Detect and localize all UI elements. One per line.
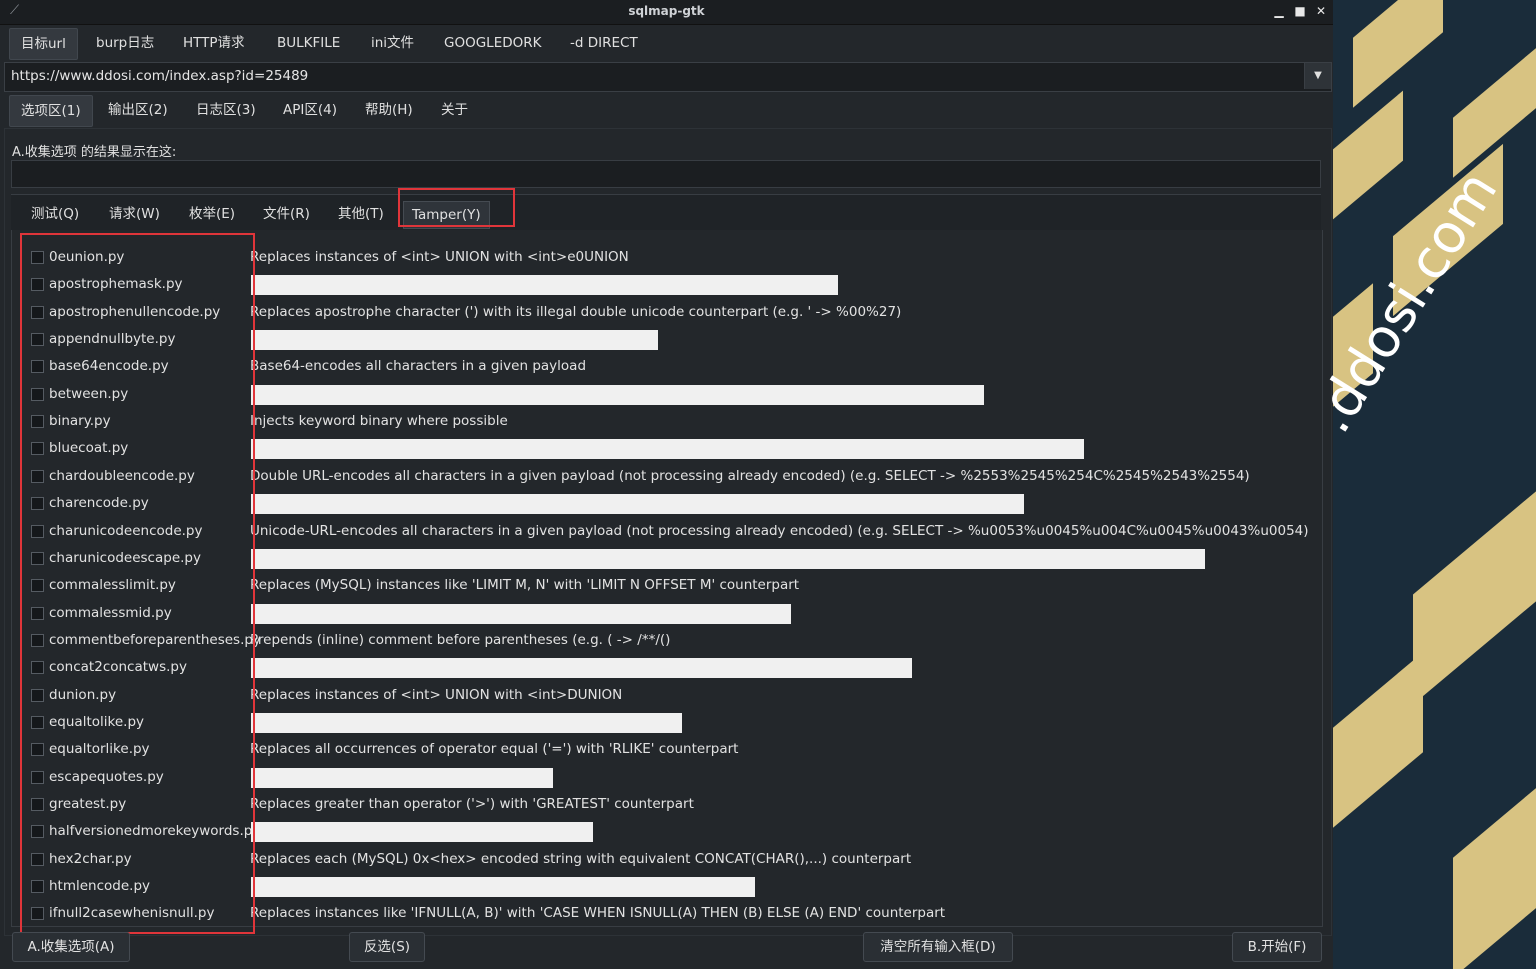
url-input[interactable] xyxy=(7,63,1305,89)
collect-options-button[interactable]: A.收集选项(A) xyxy=(12,932,130,962)
tab-options[interactable]: 选项区(1) xyxy=(9,95,93,127)
tamper-description: Replaces instances of <int> UNION with <… xyxy=(250,686,623,703)
start-button[interactable]: B.开始(F) xyxy=(1232,932,1322,962)
tab-help[interactable]: 帮助(H) xyxy=(354,95,424,125)
bg-stripe xyxy=(1333,652,1423,828)
tab-googledork[interactable]: GOOGLEDORK xyxy=(433,28,552,58)
target-type-tabs: 目标url burp日志 HTTP请求 BULKFILE ini文件 GOOGL… xyxy=(0,26,1333,62)
sqlmap-gtk-window: ⟋ sqlmap-gtk ▁ ■ ✕ 目标url burp日志 HTTP请求 B… xyxy=(0,0,1333,969)
clear-inputs-button[interactable]: 清空所有输入框(D) xyxy=(863,932,1013,962)
tab-http-request[interactable]: HTTP请求 xyxy=(172,28,256,58)
tamper-description: Replaces instances of <int> UNION with <… xyxy=(250,249,629,265)
tab-about[interactable]: 关于 xyxy=(430,95,479,125)
tab-direct[interactable]: -d DIRECT xyxy=(559,28,649,58)
tab-ini-file[interactable]: ini文件 xyxy=(360,28,425,58)
tamper-description-field[interactable] xyxy=(251,275,838,296)
tamper-description-field[interactable] xyxy=(251,548,1205,569)
tab-burp-log[interactable]: burp日志 xyxy=(85,28,165,58)
tamper-description-field[interactable] xyxy=(251,494,1024,515)
tab-api[interactable]: API区(4) xyxy=(272,95,348,125)
tamper-description-field[interactable] xyxy=(251,603,791,624)
chevron-down-icon[interactable]: ▼ xyxy=(1304,63,1331,89)
highlight-box-tamper-list xyxy=(20,233,255,934)
window-title: sqlmap-gtk xyxy=(628,4,705,18)
tamper-description-field[interactable] xyxy=(251,330,658,351)
tamper-description: Replaces all occurrences of operator equ… xyxy=(250,741,739,758)
tamper-description-field[interactable] xyxy=(251,767,553,788)
tamper-description: Unicode-URL-encodes all characters in a … xyxy=(250,522,1309,539)
invert-selection-button[interactable]: 反选(S) xyxy=(349,932,425,962)
tab-file[interactable]: 文件(R) xyxy=(255,201,318,227)
title-bar: ⟋ sqlmap-gtk ▁ ■ ✕ xyxy=(0,0,1333,25)
tamper-description-field[interactable] xyxy=(251,439,1084,460)
tamper-description-field[interactable] xyxy=(251,877,755,898)
tab-output[interactable]: 输出区(2) xyxy=(97,95,179,125)
tamper-description-field[interactable] xyxy=(251,384,984,405)
tamper-description: Replaces (MySQL) instances like 'LIMIT M… xyxy=(250,577,800,594)
tab-log[interactable]: 日志区(3) xyxy=(185,95,267,125)
tamper-description-field[interactable] xyxy=(251,658,912,679)
tamper-description: Replaces apostrophe character (') with i… xyxy=(250,303,902,320)
tab-request[interactable]: 请求(W) xyxy=(101,201,168,227)
tamper-description-field[interactable] xyxy=(251,712,682,733)
tab-other[interactable]: 其他(T) xyxy=(330,201,392,227)
tamper-description: Prepends (inline) comment before parenth… xyxy=(250,631,671,648)
close-icon[interactable]: ✕ xyxy=(1312,2,1330,20)
maximize-icon[interactable]: ■ xyxy=(1291,2,1309,20)
option-category-tabs: 测试(Q) 请求(W) 枚举(E) 文件(R) 其他(T) Tamper(Y) xyxy=(11,194,1321,231)
tamper-description-field[interactable] xyxy=(251,822,593,843)
bg-stripe xyxy=(1453,782,1536,969)
desktop-background xyxy=(1333,0,1536,969)
bg-stripe xyxy=(1413,485,1536,705)
tamper-description: Replaces each (MySQL) 0x<hex> encoded st… xyxy=(250,850,912,867)
tamper-description: Replaces greater than operator ('>') wit… xyxy=(250,796,694,812)
minimize-icon[interactable]: ▁ xyxy=(1270,2,1288,20)
bg-stripe xyxy=(1353,0,1443,108)
tab-test[interactable]: 测试(Q) xyxy=(23,201,87,227)
highlight-box-tamper-tab xyxy=(398,188,515,227)
tab-bulkfile[interactable]: BULKFILE xyxy=(266,28,351,58)
section-tabs: 选项区(1) 输出区(2) 日志区(3) API区(4) 帮助(H) 关于 xyxy=(0,93,1333,129)
tamper-description: Replaces instances like 'IFNULL(A, B)' w… xyxy=(250,905,946,922)
bg-stripe xyxy=(1333,90,1403,220)
tab-target-url[interactable]: 目标url xyxy=(9,28,78,60)
tamper-description: Base64-encodes all characters in a given… xyxy=(250,358,587,375)
collect-result-label: A.收集选项 的结果显示在这: xyxy=(12,145,177,160)
tamper-description: Injects keyword binary where possible xyxy=(250,413,508,430)
url-combobox: ▼ xyxy=(4,62,1332,92)
tab-enumerate[interactable]: 枚举(E) xyxy=(181,201,243,227)
collect-result-field[interactable] xyxy=(11,160,1321,188)
tamper-description: Double URL-encodes all characters in a g… xyxy=(250,467,1250,484)
